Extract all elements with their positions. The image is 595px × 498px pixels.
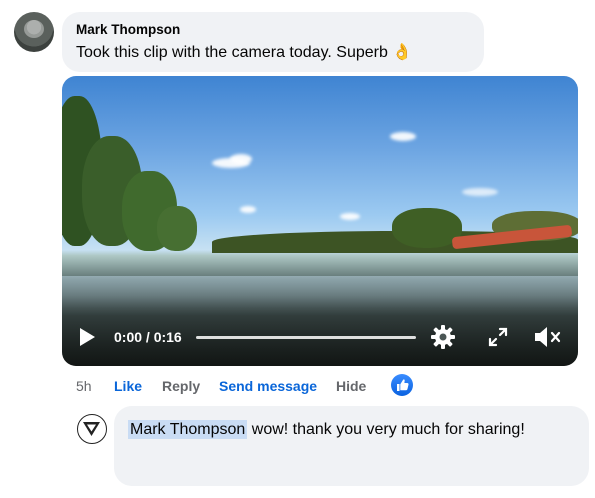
video-player[interactable]: 0:00 / 0:16 bbox=[62, 76, 578, 366]
gear-icon[interactable] bbox=[430, 324, 456, 350]
video-progress-bar[interactable] bbox=[196, 336, 416, 339]
mention-tag[interactable]: Mark Thompson bbox=[128, 420, 248, 439]
comment-author[interactable]: Mark Thompson bbox=[76, 21, 470, 39]
cloud bbox=[240, 206, 256, 213]
like-button[interactable]: Like bbox=[114, 376, 142, 396]
commenter-avatar[interactable] bbox=[14, 12, 54, 52]
comment-text: Took this clip with the camera today. Su… bbox=[76, 42, 470, 64]
reply-button[interactable]: Reply bbox=[162, 376, 200, 396]
cloud bbox=[462, 188, 498, 196]
video-time: 0:00 / 0:16 bbox=[114, 329, 182, 345]
hide-button[interactable]: Hide bbox=[336, 376, 366, 396]
avatar-photo bbox=[24, 20, 44, 38]
cloud bbox=[340, 213, 360, 220]
muted-speaker-icon[interactable] bbox=[532, 324, 562, 350]
comment-text-body: Took this clip with the camera today. Su… bbox=[76, 44, 388, 61]
v-logo-icon bbox=[83, 422, 100, 436]
cloud bbox=[230, 154, 252, 164]
play-icon[interactable] bbox=[80, 328, 95, 346]
reply-text: wow! thank you very much for sharing! bbox=[247, 421, 525, 438]
tree bbox=[157, 206, 197, 251]
replier-avatar[interactable] bbox=[77, 414, 107, 444]
ok-hand-emoji-icon: 👌 bbox=[392, 44, 413, 61]
comment-bubble: Mark Thompson Took this clip with the ca… bbox=[62, 12, 484, 72]
cloud bbox=[390, 132, 416, 141]
comment-timestamp[interactable]: 5h bbox=[76, 376, 92, 396]
like-thumb-icon[interactable] bbox=[391, 374, 413, 396]
video-controls: 0:00 / 0:16 bbox=[62, 310, 578, 366]
send-message-button[interactable]: Send message bbox=[219, 376, 317, 396]
fullscreen-icon[interactable] bbox=[486, 325, 510, 349]
reply-bubble: Mark Thompson wow! thank you very much f… bbox=[114, 406, 589, 486]
